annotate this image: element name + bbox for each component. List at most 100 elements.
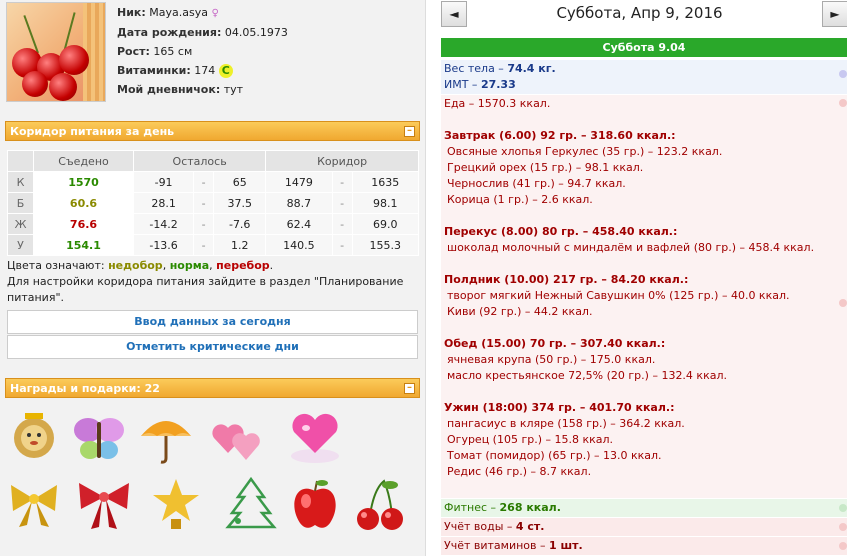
- umbrella-icon[interactable]: [137, 408, 195, 466]
- two-hearts-icon[interactable]: [208, 408, 266, 466]
- meal-title[interactable]: Полдник (10.00) 217 гр. – 84.20 ккал.:: [444, 272, 844, 288]
- water-label: Учёт воды –: [444, 520, 513, 533]
- next-day-button[interactable]: ►: [822, 1, 847, 27]
- edit-dot-icon[interactable]: [839, 99, 847, 107]
- dash: -: [193, 234, 215, 256]
- row-label: К: [7, 171, 34, 193]
- edit-dot-icon[interactable]: [839, 523, 847, 531]
- corridor-from: 1479: [265, 171, 333, 193]
- weight-label: Вес тела –: [444, 62, 504, 75]
- left-from: -91: [132, 171, 195, 193]
- col-header-left: Осталось: [132, 150, 267, 172]
- height-value: 165 см: [153, 45, 193, 58]
- diary-link[interactable]: тут: [224, 83, 243, 96]
- food-log: Еда – 1570.3 ккал. Завтрак (6.00) 92 гр.…: [441, 95, 847, 498]
- row-label: У: [7, 234, 34, 256]
- col-header-corridor: Коридор: [265, 150, 419, 172]
- left-to: 37.5: [213, 192, 267, 214]
- left-from: -13.6: [132, 234, 195, 256]
- red-bow-icon[interactable]: [75, 475, 133, 533]
- legend-prefix: Цвета означают:: [7, 259, 105, 272]
- gifts-panel-header[interactable]: Награды и подарки: 22 –: [5, 378, 420, 398]
- corridor-to: 98.1: [351, 192, 420, 214]
- birth-value: 04.05.1973: [224, 26, 288, 39]
- collapse-icon[interactable]: –: [404, 126, 415, 137]
- eaten-value: 1570: [33, 171, 134, 193]
- gold-star-icon[interactable]: [147, 475, 205, 533]
- eaten-value: 60.6: [33, 192, 134, 214]
- mark-critical-days-button[interactable]: Отметить критические дни: [7, 335, 418, 359]
- profile-info: Ник: Maya.asya ♀ Дата рождения: 04.05.19…: [117, 3, 288, 99]
- eaten-value: 76.6: [33, 213, 134, 235]
- list-item: Корица (1 гр.) – 2.6 ккал.: [447, 193, 593, 206]
- red-apple-icon[interactable]: [286, 475, 344, 533]
- prev-day-button[interactable]: ◄: [441, 1, 467, 27]
- vitamin-c-icon[interactable]: C: [218, 64, 233, 78]
- gold-bow-icon[interactable]: [5, 475, 63, 533]
- left-from: 28.1: [132, 192, 195, 214]
- list-item: шоколад молочный с миндалём и вафлей (80…: [447, 241, 815, 254]
- dash: -: [193, 171, 215, 193]
- corridor-title: Коридор питания за день: [10, 125, 175, 138]
- list-item: Овсяные хлопья Геркулес (35 гр.) – 123.2…: [447, 145, 723, 158]
- fitness-row: Фитнес – 268 ккал.: [441, 499, 847, 517]
- diary-label: Мой дневничок:: [117, 83, 221, 96]
- vitamins-row: Учёт витаминов – 1 шт.: [441, 537, 847, 555]
- meal-title[interactable]: Ужин (18:00) 374 гр. – 401.70 ккал.:: [444, 400, 844, 416]
- left-from: -14.2: [132, 213, 195, 235]
- edit-dot-icon[interactable]: [839, 70, 847, 78]
- legend-under: недобор: [108, 259, 163, 272]
- height-label: Рост:: [117, 45, 150, 58]
- water-value: 4 ст.: [515, 520, 545, 533]
- list-item: Редис (46 гр.) – 8.7 ккал.: [447, 465, 592, 478]
- legend-over: перебор: [216, 259, 270, 272]
- col-header-empty: [7, 150, 34, 172]
- meal-title[interactable]: Обед (15.00) 70 гр. – 307.40 ккал.:: [444, 336, 844, 352]
- list-item: Киви (92 гр.) – 44.2 ккал.: [447, 305, 593, 318]
- body-stats: Вес тела – 74.4 кг. ИМТ – 27.33: [441, 60, 847, 94]
- edit-dot-icon[interactable]: [839, 542, 847, 550]
- corridor-panel-header[interactable]: Коридор питания за день –: [5, 121, 420, 141]
- list-item: Чернослив (41 гр.) – 94.7 ккал.: [447, 177, 626, 190]
- dash: -: [331, 171, 353, 193]
- butterfly-icon[interactable]: [70, 408, 128, 466]
- meal-title[interactable]: Перекус (8.00) 80 гр. – 458.40 ккал.:: [444, 224, 844, 240]
- table-row: Б 60.6 28.1 - 37.5 88.7 - 98.1: [7, 192, 420, 214]
- food-total: Еда – 1570.3 ккал.: [444, 97, 551, 110]
- vitamins-value: 174: [194, 64, 216, 77]
- table-row: У 154.1 -13.6 - 1.2 140.5 - 155.3: [7, 234, 420, 256]
- heart-on-cloud-icon[interactable]: [286, 408, 344, 466]
- water-row: Учёт воды – 4 ст.: [441, 518, 847, 536]
- left-to: 65: [213, 171, 267, 193]
- collapse-icon[interactable]: –: [404, 383, 415, 394]
- table-row: Ж 76.6 -14.2 - -7.6 62.4 - 69.0: [7, 213, 420, 235]
- col-header-eaten: Съедено: [33, 150, 134, 172]
- corridor-table: Съедено Осталось Коридор К 1570 -91 - 65…: [7, 150, 420, 256]
- cherries-icon[interactable]: [350, 475, 408, 533]
- meal-title[interactable]: Завтрак (6.00) 92 гр. – 318.60 ккал.:: [444, 128, 844, 144]
- fitness-label: Фитнес –: [444, 501, 497, 514]
- eaten-value: 154.1: [33, 234, 134, 256]
- dash: -: [331, 234, 353, 256]
- edit-dot-icon[interactable]: [839, 504, 847, 512]
- lion-toy-icon[interactable]: [5, 408, 63, 466]
- gifts-title: Награды и подарки: 22: [10, 382, 160, 395]
- column-divider: [425, 0, 431, 556]
- dash: -: [331, 192, 353, 214]
- bmi-value: 27.33: [480, 78, 516, 91]
- nick-link[interactable]: Maya.asya: [149, 6, 208, 19]
- list-item: пангасиус в кляре (158 гр.) – 364.2 ккал…: [447, 417, 685, 430]
- corridor-to: 155.3: [351, 234, 420, 256]
- edit-dot-icon[interactable]: [839, 299, 847, 307]
- corridor-from: 140.5: [265, 234, 333, 256]
- day-bar: Суббота 9.04: [441, 38, 847, 57]
- weight-value: 74.4 кг.: [507, 62, 556, 75]
- corridor-from: 88.7: [265, 192, 333, 214]
- dash: -: [331, 213, 353, 235]
- left-column: Ник: Maya.asya ♀ Дата рождения: 04.05.19…: [0, 0, 425, 556]
- enter-data-today-button[interactable]: Ввод данных за сегодня: [7, 310, 418, 334]
- avatar[interactable]: [6, 2, 106, 102]
- christmas-tree-icon[interactable]: [222, 475, 280, 533]
- corridor-to: 69.0: [351, 213, 420, 235]
- list-item: Грецкий орех (15 гр.) – 98.1 ккал.: [447, 161, 644, 174]
